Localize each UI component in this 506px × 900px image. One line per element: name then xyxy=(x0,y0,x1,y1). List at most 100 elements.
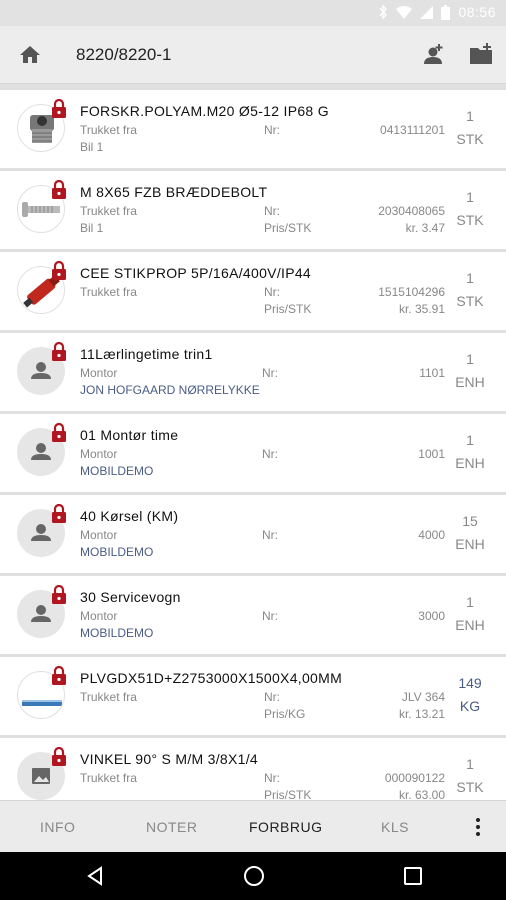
item-source-value: MOBILDEMO xyxy=(80,626,154,640)
tab-forbrug[interactable]: FORBRUG xyxy=(249,819,323,835)
item-title: 30 Servicevogn xyxy=(80,589,181,605)
item-title: PLVGDX51D+Z2753000X1500X4,00MM xyxy=(80,670,343,686)
item-unit: KG xyxy=(459,698,481,714)
number-label: Nr: xyxy=(264,123,280,137)
item-quantity: 1 xyxy=(466,189,474,205)
item-title: VINKEL 90° S M/M 3/8X1/4 xyxy=(80,751,259,767)
item-quantity: 1 xyxy=(466,108,474,124)
consumption-list: FORSKR.POLYAM.M20 Ø5-12 IP68 G Trukket fr… xyxy=(0,85,506,800)
page-title: 8220/8220-1 xyxy=(76,45,172,64)
number-label: Nr: xyxy=(264,204,280,218)
number-label: Nr: xyxy=(264,771,280,785)
item-price: kr. 63.00 xyxy=(398,788,445,800)
item-quantity: 1 xyxy=(466,270,474,286)
bluetooth-icon xyxy=(379,5,388,19)
add-folder-icon[interactable] xyxy=(468,42,494,68)
item-number: 0413111201 xyxy=(380,123,445,137)
item-source-label: Trukket fra xyxy=(80,204,137,218)
item-quantity: 149 xyxy=(458,675,482,691)
item-number: 3000 xyxy=(418,609,445,623)
clock: 08:56 xyxy=(458,4,496,20)
item-number: 1001 xyxy=(418,447,445,461)
tab-noter[interactable]: NOTER xyxy=(146,819,198,835)
price-label: Pris/STK xyxy=(264,788,312,800)
item-unit: ENH xyxy=(455,455,485,471)
list-item[interactable]: 11Lærlingetime trin1 Montor JON HOFGAARD N… xyxy=(0,333,506,411)
number-label: Nr: xyxy=(264,285,280,299)
item-unit: ENH xyxy=(455,536,485,552)
lock-icon xyxy=(51,179,67,200)
lock-icon xyxy=(51,503,67,524)
tab-kls[interactable]: KLS xyxy=(381,819,409,835)
status-icons: 08:56 xyxy=(378,4,496,20)
number-label: Nr: xyxy=(264,690,280,704)
tab-bar: INFO NOTER FORBRUG KLS xyxy=(0,800,506,852)
item-source-value: MOBILDEMO xyxy=(80,464,154,478)
item-source-label: Montor xyxy=(80,528,118,542)
item-unit: ENH xyxy=(455,374,485,390)
lock-icon xyxy=(51,665,67,686)
item-unit: STK xyxy=(456,779,484,795)
item-price: kr. 13.21 xyxy=(398,707,445,721)
lock-icon xyxy=(51,422,67,443)
item-source-value: Bil 1 xyxy=(80,140,104,154)
lock-icon xyxy=(51,260,67,281)
item-title: FORSKR.POLYAM.M20 Ø5-12 IP68 G xyxy=(80,103,329,119)
list-item[interactable]: FORSKR.POLYAM.M20 Ø5-12 IP68 G Trukket fr… xyxy=(0,90,506,168)
list-item[interactable]: 30 Servicevogn Montor MOBILDEMO Nr: 3000 1 ENH xyxy=(0,576,506,654)
home-nav-icon[interactable] xyxy=(242,864,266,888)
item-quantity: 15 xyxy=(462,513,478,529)
list-item[interactable]: 40 Kørsel (KM) Montor MOBILDEMO Nr: 4000 15 EN… xyxy=(0,495,506,573)
back-icon[interactable] xyxy=(83,864,107,888)
item-number: 4000 xyxy=(418,528,445,542)
item-source-value: MOBILDEMO xyxy=(80,545,154,559)
item-unit: ENH xyxy=(455,617,485,633)
item-title: 40 Kørsel (KM) xyxy=(80,508,179,524)
item-quantity: 1 xyxy=(466,756,474,772)
wifi-icon xyxy=(396,5,413,19)
item-title: 11Lærlingetime trin1 xyxy=(80,346,213,362)
status-bar: 08:56 xyxy=(0,0,506,26)
price-label: Pris/STK xyxy=(264,302,312,316)
item-unit: STK xyxy=(456,212,484,228)
list-item[interactable]: M 8X65 FZB BRÆDDEBOLT Trukket fra Bil 1 Nr:… xyxy=(0,171,506,249)
item-source-value: Bil 1 xyxy=(80,221,104,235)
battery-icon xyxy=(441,4,451,20)
item-source-label: Montor xyxy=(80,366,118,380)
app-bar: 8220/8220-1 xyxy=(0,26,506,84)
list-item[interactable]: 01 Montør time Montor MOBILDEMO Nr: 1001 1 ENH xyxy=(0,414,506,492)
item-number: 000090122 xyxy=(384,771,445,785)
recents-icon[interactable] xyxy=(401,864,425,888)
list-item[interactable]: VINKEL 90° S M/M 3/8X1/4 Trukket fra Nr: 00… xyxy=(0,738,506,800)
item-source-label: Trukket fra xyxy=(80,690,137,704)
item-source-value: JON HOFGAARD NØRRELYKKE xyxy=(80,383,260,397)
tab-info[interactable]: INFO xyxy=(40,819,75,835)
item-number: JLV 364 xyxy=(401,690,445,704)
list-item[interactable]: PLVGDX51D+Z2753000X1500X4,00MM Trukket fr… xyxy=(0,657,506,735)
item-number: 1101 xyxy=(419,366,445,380)
system-nav-bar xyxy=(0,852,506,900)
item-source-label: Montor xyxy=(80,609,118,623)
item-number: 2030408065 xyxy=(378,204,445,218)
lock-icon xyxy=(51,584,67,605)
home-icon[interactable] xyxy=(18,43,42,67)
item-price: kr. 3.47 xyxy=(405,221,445,235)
more-vert-icon[interactable] xyxy=(472,815,484,839)
item-title: 01 Montør time xyxy=(80,427,179,443)
number-label: Nr: xyxy=(262,447,278,461)
item-quantity: 1 xyxy=(466,594,474,610)
number-label: Nr: xyxy=(262,366,278,380)
lock-icon xyxy=(51,746,67,767)
add-person-icon[interactable] xyxy=(420,42,446,68)
item-unit: STK xyxy=(456,293,484,309)
lock-icon xyxy=(51,98,67,119)
number-label: Nr: xyxy=(262,609,278,623)
list-item[interactable]: CEE STIKPROP 5P/16A/400V/IP44 Trukket fra… xyxy=(0,252,506,330)
item-source-label: Montor xyxy=(80,447,118,461)
price-label: Pris/KG xyxy=(264,707,306,721)
item-number: 1515104296 xyxy=(378,285,445,299)
signal-icon xyxy=(420,5,434,19)
price-label: Pris/STK xyxy=(264,221,312,235)
item-price: kr. 35.91 xyxy=(398,302,445,316)
item-unit: STK xyxy=(456,131,484,147)
